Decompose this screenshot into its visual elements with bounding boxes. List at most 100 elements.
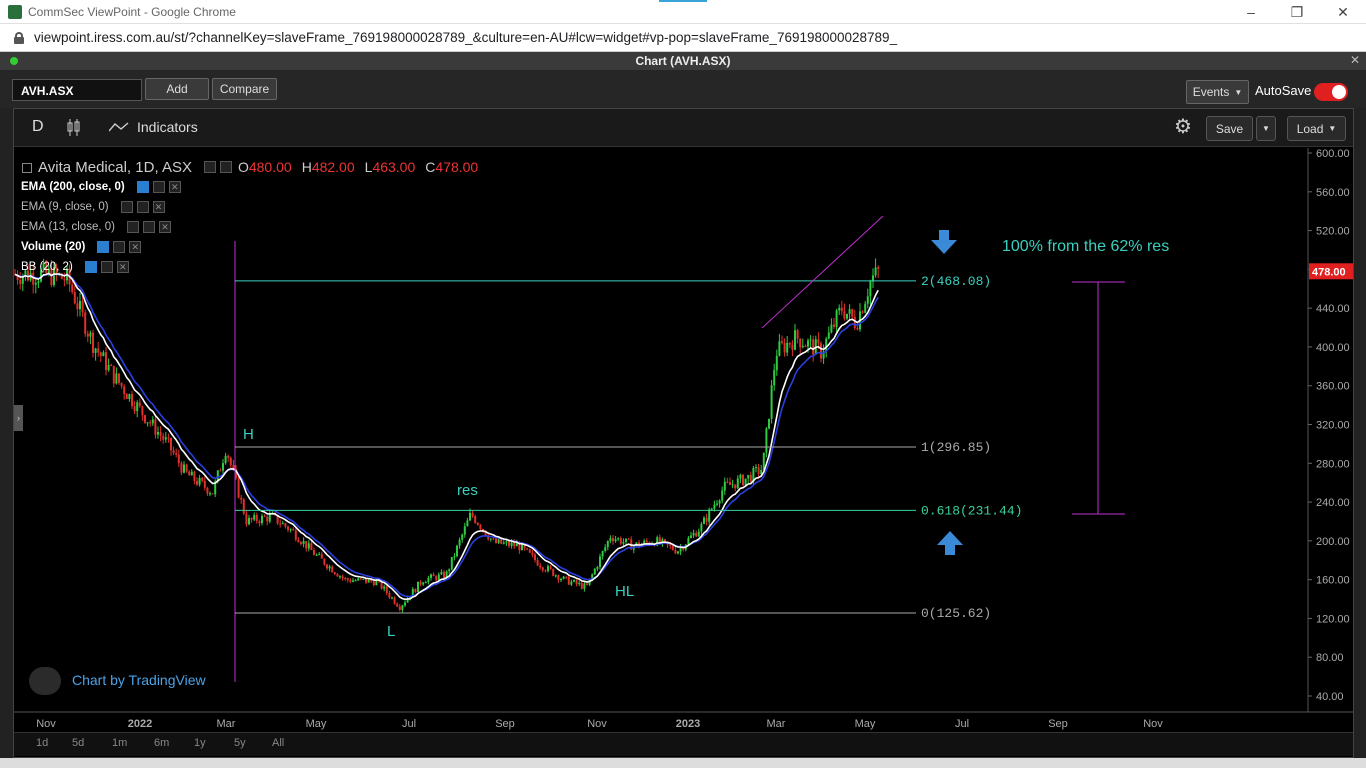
range-button-all[interactable]: All — [272, 735, 284, 751]
candle-body — [835, 310, 838, 327]
candle-body — [167, 437, 170, 439]
candle-body — [414, 588, 417, 593]
eye-icon[interactable] — [84, 261, 97, 273]
settings-icon[interactable] — [219, 161, 232, 173]
candle-body — [518, 543, 521, 551]
restore-icon[interactable]: ❐ — [1274, 0, 1320, 24]
candle-body — [515, 543, 518, 547]
fib-level-label: 2(468.08) — [921, 274, 991, 289]
remove-icon[interactable]: ✕ — [129, 241, 142, 253]
candle-body — [739, 474, 742, 479]
url-text[interactable]: viewpoint.iress.com.au/st/?channelKey=sl… — [34, 30, 897, 45]
range-button-5d[interactable]: 5d — [72, 735, 84, 751]
settings-gear-icon[interactable]: ⚙ — [1174, 117, 1194, 138]
remove-icon[interactable]: ✕ — [116, 261, 129, 273]
remove-icon[interactable]: ✕ — [158, 221, 171, 233]
branding-link[interactable]: Chart by TradingView — [72, 672, 206, 688]
settings-icon[interactable] — [142, 221, 155, 233]
panel-close-icon[interactable]: ✕ — [1350, 53, 1360, 67]
settings-icon[interactable] — [152, 181, 165, 193]
add-button[interactable]: Add — [145, 78, 209, 100]
candle-body — [352, 580, 354, 582]
save-button[interactable]: Save — [1206, 116, 1253, 141]
candle-body — [115, 373, 118, 384]
candle-body — [765, 428, 768, 453]
candle-body — [261, 515, 263, 524]
indicators-label: Indicators — [137, 119, 198, 135]
candle-body — [622, 541, 625, 544]
candle-body — [34, 282, 37, 285]
study-ema9[interactable]: EMA (9, close, 0) ✕ — [21, 201, 165, 213]
bottom-strip — [0, 758, 1366, 768]
eye-icon[interactable] — [120, 201, 133, 213]
candle-body — [770, 385, 773, 419]
candle-body — [560, 578, 562, 581]
candle-body — [580, 582, 583, 589]
range-button-1y[interactable]: 1y — [194, 735, 206, 751]
candle-body — [185, 464, 188, 472]
settings-icon[interactable] — [113, 241, 126, 253]
chart-legend: Avita Medical, 1D, ASX O 480.00 H 482.00 L… — [22, 157, 478, 177]
candle-body — [547, 566, 549, 571]
candle-body — [237, 477, 240, 498]
remove-icon[interactable]: ✕ — [152, 201, 165, 213]
close-icon[interactable]: ✕ — [1320, 0, 1366, 24]
candle-body — [812, 339, 815, 355]
candle-body — [336, 574, 339, 577]
address-bar[interactable]: viewpoint.iress.com.au/st/?channelKey=sl… — [0, 24, 1366, 52]
price-chart[interactable]: 600.00 560.00 520.00 480.00 440.00 400.00 360.… — [14, 148, 1353, 732]
candle-body — [448, 569, 451, 572]
compare-button[interactable]: Compare — [212, 78, 277, 100]
legend-collapse-icon[interactable] — [22, 163, 32, 173]
interval-button[interactable]: D — [32, 118, 44, 136]
eye-icon[interactable] — [126, 221, 139, 233]
minimize-icon[interactable]: – — [1228, 0, 1274, 24]
candle-body — [300, 542, 302, 545]
eye-icon[interactable] — [136, 181, 149, 193]
candle-body — [107, 364, 110, 371]
symbol-input[interactable]: AVH.ASX — [12, 79, 142, 101]
side-panel-handle[interactable]: › — [14, 405, 23, 431]
remove-icon[interactable]: ✕ — [168, 181, 181, 193]
candle-body — [128, 394, 131, 400]
candle-body — [391, 597, 393, 599]
price-tick-label: 120.00 — [1316, 613, 1350, 625]
candle-body — [619, 538, 622, 544]
range-button-5y[interactable]: 5y — [234, 735, 246, 751]
candle-body — [383, 586, 386, 589]
candle-body — [63, 278, 66, 281]
events-dropdown[interactable]: Events ▼ — [1186, 80, 1249, 104]
candle-body — [162, 435, 165, 440]
settings-icon[interactable] — [100, 261, 113, 273]
range-button-1d[interactable]: 1d — [36, 735, 48, 751]
candle-body — [586, 583, 588, 585]
label-high: H — [243, 426, 254, 443]
open-value: 480.00 — [248, 159, 292, 175]
settings-icon[interactable] — [136, 201, 149, 213]
range-button-1m[interactable]: 1m — [112, 735, 127, 751]
study-volume[interactable]: Volume (20) ✕ — [21, 241, 142, 253]
candle-body — [679, 547, 682, 552]
eye-icon[interactable] — [97, 241, 110, 253]
candle-body — [749, 474, 752, 482]
save-menu-button[interactable]: ▼ — [1256, 116, 1276, 141]
candle-body — [599, 556, 601, 567]
candle-body — [669, 544, 672, 546]
study-ema13[interactable]: EMA (13, close, 0) ✕ — [21, 221, 171, 233]
study-ema200[interactable]: EMA (200, close, 0) ✕ — [21, 181, 181, 193]
candle-body — [320, 554, 323, 559]
ema9-line — [14, 272, 879, 601]
autosave-toggle[interactable] — [1314, 83, 1348, 101]
candle-body — [136, 402, 139, 412]
candle-body — [583, 583, 586, 589]
candle-body — [791, 344, 794, 350]
range-button-6m[interactable]: 6m — [154, 735, 169, 751]
time-tick-label: Mar — [767, 718, 786, 730]
eye-icon[interactable] — [203, 161, 216, 173]
tradingview-logo-icon[interactable] — [29, 667, 61, 695]
indicators-button[interactable]: Indicators — [109, 119, 198, 135]
study-bb[interactable]: BB (20, 2) ✕ — [21, 261, 129, 273]
candles-icon[interactable] — [66, 119, 80, 136]
load-dropdown[interactable]: Load ▼ — [1287, 116, 1346, 141]
candle-body — [427, 578, 430, 583]
